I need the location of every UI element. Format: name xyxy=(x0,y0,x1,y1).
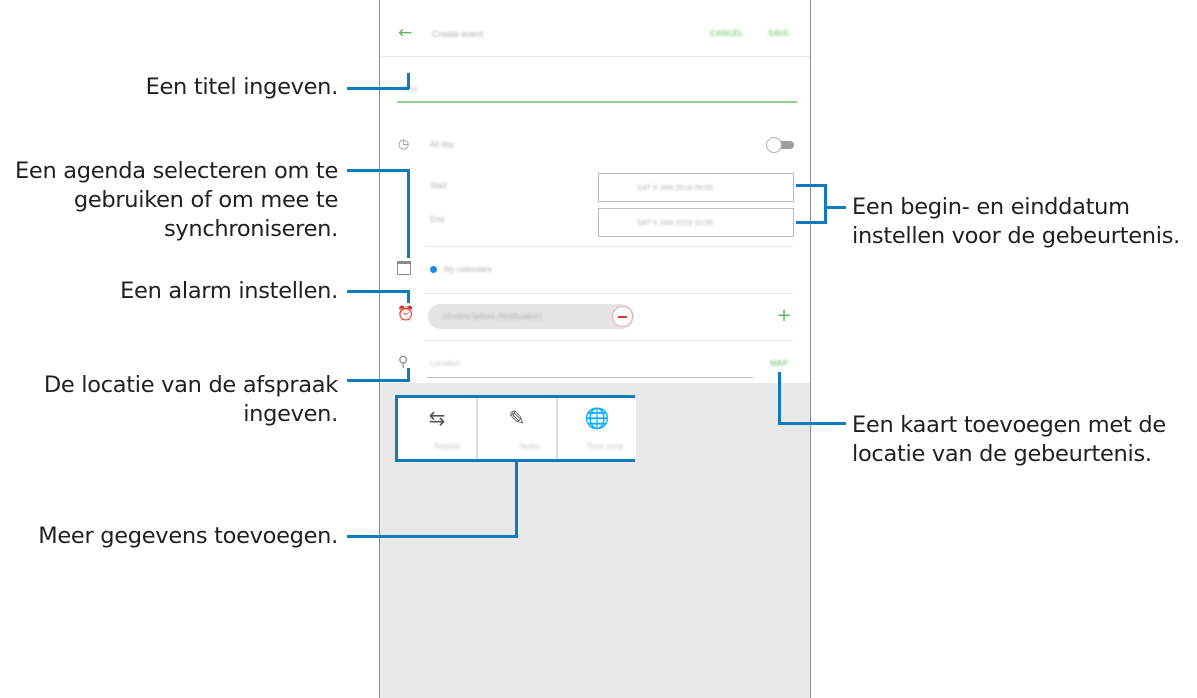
callout-line-location xyxy=(347,379,410,382)
notes-button[interactable]: ✎ Notes xyxy=(478,398,556,459)
callout-line-dates xyxy=(824,184,827,224)
callout-line-more xyxy=(515,462,518,538)
save-button[interactable]: SAVE xyxy=(768,29,789,39)
start-label: Start xyxy=(430,181,447,190)
phone-screen xyxy=(379,0,811,698)
callout-calendar: Een agenda selecteren om te gebruiken of… xyxy=(15,158,338,242)
map-button[interactable]: MAP xyxy=(770,359,788,369)
time-zone-icon: 🌐 xyxy=(584,406,610,430)
calendar-color-dot xyxy=(430,266,437,273)
callout-line-alarm xyxy=(347,290,410,293)
repeat-button[interactable]: ⇆ Repeat xyxy=(398,398,476,459)
callout-line-location xyxy=(407,368,410,382)
callout-line-calendar xyxy=(407,169,410,258)
calendar-icon xyxy=(397,261,411,275)
toggle-knob xyxy=(766,137,782,153)
end-date-value: SAT 5 JAN 2019 10:00 xyxy=(637,218,714,227)
calendar-selector[interactable]: My calendars xyxy=(444,265,492,275)
repeat-label: Repeat xyxy=(434,442,460,451)
cancel-button[interactable]: CANCEL xyxy=(710,29,743,39)
callout-line-more xyxy=(347,535,518,538)
callout-line-dates xyxy=(824,206,846,209)
back-arrow-icon[interactable]: ← xyxy=(398,24,412,42)
start-date-field[interactable]: SAT 5 JAN 2019 09:00 xyxy=(598,173,794,202)
repeat-icon: ⇆ xyxy=(428,406,446,430)
callout-title: Een titel ingeven. xyxy=(145,74,339,100)
callout-line-dates xyxy=(796,221,827,224)
callout-line-map xyxy=(778,422,846,425)
location-input-underline xyxy=(427,377,753,378)
dates-divider xyxy=(425,246,793,247)
remove-alarm-button[interactable] xyxy=(612,306,633,327)
callout-line-dates xyxy=(796,184,827,187)
clock-icon: ◷ xyxy=(398,137,410,152)
alarm-value: 10 mins before (Notification) xyxy=(442,312,543,321)
callout-map: Een kaart toevoegen met de locatie van d… xyxy=(852,412,1166,467)
all-day-label: All day xyxy=(430,140,455,149)
time-zone-button[interactable]: 🌐 Time zone xyxy=(558,398,636,459)
title-input-underline xyxy=(397,101,797,103)
add-alarm-button[interactable]: + xyxy=(776,307,792,325)
callout-dates: Een begin- en einddatum instellen voor d… xyxy=(852,194,1180,249)
calendar-divider xyxy=(425,293,793,294)
header-divider xyxy=(380,56,810,57)
start-date-value: SAT 5 JAN 2019 09:00 xyxy=(637,183,714,192)
callout-line-title xyxy=(407,73,410,89)
location-input[interactable]: Location xyxy=(430,359,460,369)
time-zone-label: Time zone xyxy=(586,442,624,451)
notes-icon: ✎ xyxy=(508,406,526,430)
callout-line-map xyxy=(778,372,781,425)
callout-line-alarm xyxy=(407,290,410,303)
all-day-toggle[interactable] xyxy=(766,137,794,153)
end-label: End xyxy=(430,215,445,224)
end-date-field[interactable]: SAT 5 JAN 2019 10:00 xyxy=(598,208,794,237)
notes-label: Notes xyxy=(519,442,541,451)
callout-alarm: Een alarm instellen. xyxy=(120,278,338,304)
callout-more: Meer gegevens toevoegen. xyxy=(38,523,338,549)
alarm-chip[interactable]: 10 mins before (Notification) xyxy=(428,304,634,329)
callout-location: De locatie van de afspraak ingeven. xyxy=(43,372,338,427)
callout-line-title xyxy=(347,87,409,90)
callout-line-calendar xyxy=(347,169,410,172)
alarm-divider xyxy=(425,340,793,341)
alarm-clock-icon: ⏰ xyxy=(397,306,415,322)
header-title: Create event xyxy=(432,29,484,39)
more-options-panel: ⇆ Repeat ✎ Notes 🌐 Time zone xyxy=(395,395,636,462)
